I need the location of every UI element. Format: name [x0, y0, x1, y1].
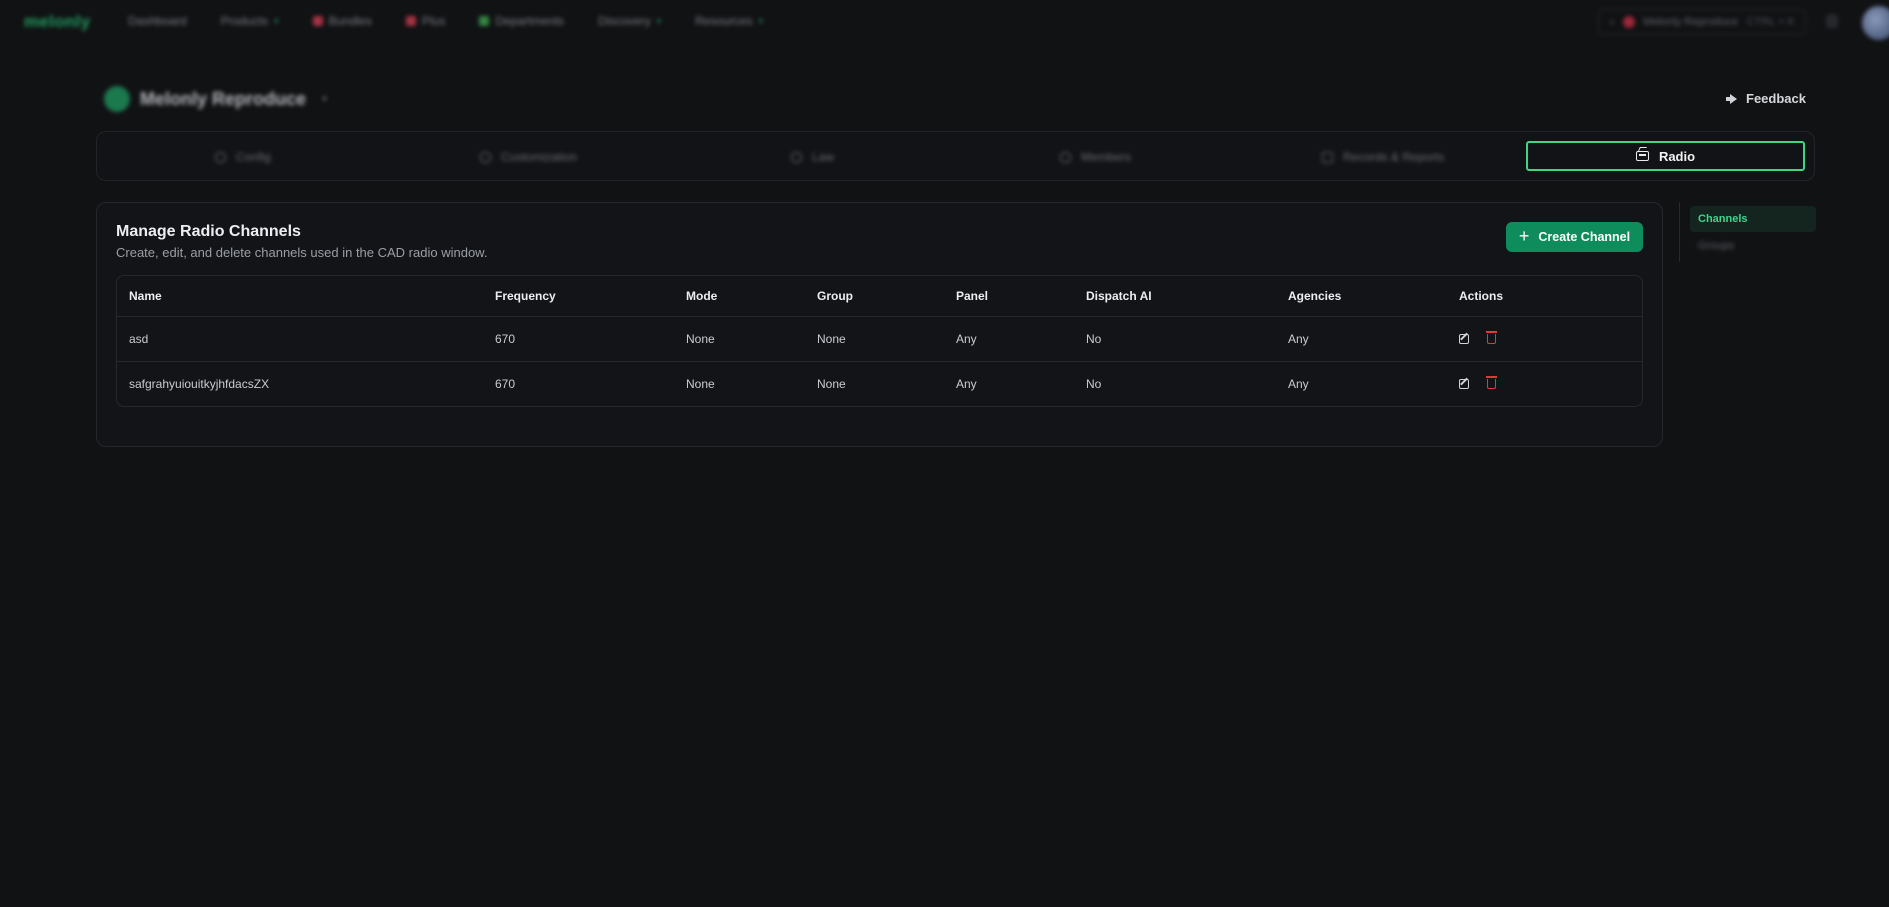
chevron-down-icon: ▾	[758, 15, 764, 26]
server-icon	[104, 86, 130, 112]
channel-panel: Any	[956, 361, 1086, 406]
channels-table: Name Frequency Mode Group Panel Dispatch…	[116, 275, 1643, 407]
subnav-item-channels[interactable]: Channels	[1690, 206, 1816, 232]
card-subtitle: Create, edit, and delete channels used i…	[116, 245, 488, 260]
nav-item-plus[interactable]: Plus	[405, 14, 446, 28]
tab-config[interactable]: Config	[215, 142, 271, 172]
chevron-down-icon: ▾	[274, 15, 279, 26]
search-text: Melonly Reproduce	[1643, 16, 1738, 28]
row-actions	[1459, 316, 1642, 362]
column-header: Mode	[686, 289, 718, 303]
nav-label: Plus	[421, 14, 446, 28]
tab-label: Records & Reports	[1343, 150, 1445, 164]
top-navigation: melonly Dashboard Products ▾ Bundles Plus…	[0, 0, 1889, 44]
tab-customization[interactable]: Customization	[480, 142, 577, 172]
document-icon	[1322, 151, 1333, 163]
nav-label: Dashboard	[128, 14, 187, 28]
channel-name: asd	[117, 316, 495, 362]
search-shortcut: CTRL + K	[1746, 16, 1795, 28]
card-title: Manage Radio Channels	[116, 223, 301, 240]
search-icon: ⌕	[1609, 15, 1616, 28]
radio-icon	[1635, 151, 1649, 161]
column-header: Dispatch AI	[1086, 289, 1152, 303]
plus-icon	[405, 16, 416, 26]
server-selector[interactable]: Melonly Reproduce ▾	[104, 86, 327, 112]
gear-icon	[215, 151, 226, 163]
palette-icon	[480, 151, 491, 163]
settings-tabs: Config Customization Law Members Records…	[96, 131, 1815, 181]
channel-frequency: 670	[495, 316, 686, 362]
tab-label: Law	[812, 150, 835, 164]
nav-item-bundles[interactable]: Bundles	[312, 14, 372, 28]
chevron-down-icon: ▾	[656, 15, 662, 26]
channel-panel: Any	[956, 316, 1086, 362]
megaphone-icon	[1726, 94, 1738, 104]
trash-icon[interactable]	[1486, 376, 1497, 389]
chevron-down-icon: ▾	[322, 93, 328, 105]
tab-members[interactable]: Members	[1060, 142, 1131, 172]
create-channel-label: Create Channel	[1538, 230, 1631, 244]
edit-icon[interactable]	[1459, 379, 1469, 389]
radio-subnav: Channels Groups	[1679, 202, 1817, 262]
nav-item-discovery[interactable]: Discovery ▾	[598, 14, 661, 28]
nav-item-products[interactable]: Products ▾	[221, 14, 279, 28]
logo[interactable]: melonly	[24, 12, 90, 32]
channel-frequency: 670	[495, 361, 686, 406]
search-input[interactable]: ⌕ Melonly Reproduce CTRL + K	[1598, 9, 1806, 35]
server-avatar-icon	[1623, 16, 1636, 28]
nav-item-departments[interactable]: Departments	[479, 14, 564, 28]
channel-agencies: Any	[1288, 316, 1459, 362]
nav-label: Discovery	[598, 14, 651, 28]
column-header: Frequency	[495, 289, 556, 303]
user-icon	[1060, 151, 1071, 163]
channel-group: None	[817, 361, 956, 406]
column-header: Agencies	[1288, 289, 1342, 303]
table-header-row: Name Frequency Mode Group Panel Dispatch…	[117, 276, 1642, 317]
feedback-button[interactable]: Feedback	[1726, 91, 1806, 106]
column-header: Group	[817, 289, 853, 303]
create-channel-button[interactable]: + Create Channel	[1506, 222, 1643, 252]
trash-icon[interactable]	[1486, 331, 1497, 344]
tab-law[interactable]: Law	[791, 142, 834, 172]
channel-mode: None	[686, 316, 817, 362]
feedback-label: Feedback	[1746, 91, 1806, 106]
bundles-icon	[312, 16, 323, 26]
column-header: Actions	[1459, 289, 1504, 303]
avatar[interactable]	[1862, 6, 1889, 40]
tab-label: Members	[1081, 150, 1132, 164]
nav-label: Bundles	[328, 14, 372, 28]
column-header: Name	[129, 289, 162, 303]
nav-items: Dashboard Products ▾ Bundles Plus Departm…	[128, 14, 763, 28]
table-row: asd 670 None None Any No Any	[117, 316, 1642, 362]
channel-agencies: Any	[1288, 361, 1459, 406]
edit-icon[interactable]	[1459, 334, 1469, 344]
nav-label: Departments	[495, 14, 565, 28]
channel-mode: None	[686, 361, 817, 406]
channel-name: safgrahyuiouitkyjhfdacsZX	[117, 361, 495, 406]
channel-group: None	[817, 316, 956, 362]
server-name: Melonly Reproduce	[140, 88, 307, 109]
table-row: safgrahyuiouitkyjhfdacsZX 670 None None …	[117, 361, 1642, 406]
nav-item-dashboard[interactable]: Dashboard	[128, 14, 187, 28]
row-actions	[1459, 361, 1642, 406]
tab-label: Config	[236, 150, 271, 164]
departments-icon	[479, 16, 490, 26]
tab-radio[interactable]: Radio	[1526, 141, 1805, 171]
nav-item-resources[interactable]: Resources ▾	[695, 14, 763, 28]
notification-bell-icon[interactable]	[1826, 14, 1838, 28]
channel-dispatch-ai: No	[1086, 316, 1288, 362]
shield-icon	[791, 151, 802, 163]
plus-icon: +	[1518, 226, 1530, 246]
tab-label: Customization	[501, 150, 578, 164]
radio-channels-card: Manage Radio Channels Create, edit, and …	[96, 202, 1663, 447]
tab-label: Radio	[1658, 148, 1696, 164]
nav-label: Resources	[695, 14, 753, 28]
subnav-item-groups[interactable]: Groups	[1698, 240, 1734, 252]
nav-label: Products	[220, 14, 269, 28]
channel-dispatch-ai: No	[1086, 361, 1288, 406]
tab-records-reports[interactable]: Records & Reports	[1322, 142, 1444, 172]
column-header: Panel	[956, 289, 989, 303]
